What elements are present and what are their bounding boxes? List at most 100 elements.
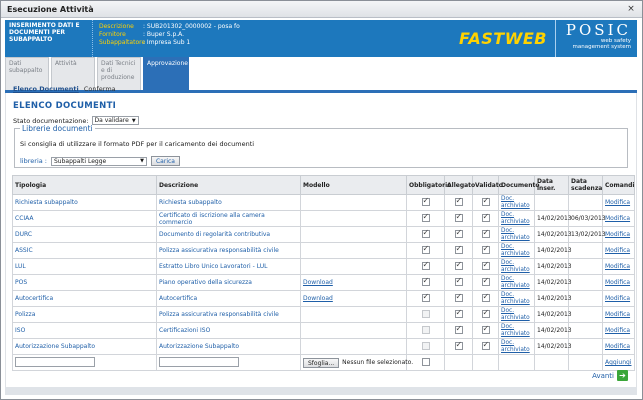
banner-field-label: Subappaltatore	[99, 39, 146, 46]
descrizione-cell: Certificato di iscrizione alla camera co…	[156, 210, 301, 227]
checkbox-icon	[421, 228, 430, 238]
modifica-link[interactable]: Modifica	[602, 194, 635, 211]
descrizione-input-cell	[156, 354, 301, 371]
checkbox-cell	[472, 338, 499, 355]
download-link	[300, 194, 407, 211]
doc-archiviato-link[interactable]: Doc. archiviato	[498, 322, 535, 339]
checkbox-icon	[421, 196, 430, 206]
descrizione-input[interactable]	[159, 356, 239, 367]
checkbox-cell	[444, 290, 473, 307]
checkbox-cell	[444, 306, 473, 323]
modifica-link[interactable]: Modifica	[602, 290, 635, 307]
modifica-link[interactable]: Modifica	[602, 258, 635, 275]
step-breadcrumb: Elenco Documenti Conferma	[13, 85, 116, 93]
main-content: Elenco Documenti Conferma ELENCO DOCUMEN…	[5, 85, 637, 387]
checkbox-cell	[444, 226, 473, 243]
checkbox-cell	[406, 194, 445, 211]
modifica-link[interactable]: Modifica	[602, 338, 635, 355]
modifica-link[interactable]: Modifica	[602, 274, 635, 291]
download-link[interactable]: Download	[300, 290, 407, 307]
checkbox-icon	[454, 324, 463, 334]
column-header: Descrizione	[156, 175, 301, 195]
footer-bar	[5, 387, 637, 395]
checkbox-icon	[454, 260, 463, 270]
obbligatorio-checkbox[interactable]	[421, 357, 430, 366]
close-icon[interactable]: ×	[626, 4, 636, 14]
checkbox-icon	[481, 292, 490, 302]
doc-archiviato-link[interactable]: Doc. archiviato	[498, 226, 535, 243]
doc-archiviato-link[interactable]: Doc. archiviato	[498, 306, 535, 323]
checkbox-cell	[444, 258, 473, 275]
libreria-select[interactable]: Subappalti Legge ▼	[50, 156, 147, 166]
aggiungi-link[interactable]: Aggiungi	[602, 354, 635, 371]
checkbox-cell	[472, 322, 499, 339]
librerie-legend: Librerie documenti	[22, 124, 93, 133]
checkbox-cell	[472, 274, 499, 291]
tipologia-cell: DURC	[12, 226, 157, 243]
modifica-link[interactable]: Modifica	[602, 322, 635, 339]
doc-archiviato-link[interactable]: Doc. archiviato	[498, 242, 535, 259]
banner-field: Descrizione: SUB201302_0000002 - posa fo	[99, 23, 431, 31]
data-inserimento-cell: 14/02/2013	[534, 338, 572, 355]
modifica-link[interactable]: Modifica	[602, 242, 635, 259]
modifica-link[interactable]: Modifica	[602, 306, 635, 323]
checkbox-icon	[481, 212, 490, 222]
data-scadenza-cell	[568, 258, 603, 275]
data-inserimento-cell: 14/02/2013	[534, 306, 572, 323]
checkbox-cell	[406, 258, 445, 275]
doc-archiviato-link[interactable]: Doc. archiviato	[498, 194, 535, 211]
tab-approvazione[interactable]: Approvazione	[143, 57, 189, 90]
table-row: Autorizzazione Subappalto Autorizzazione …	[12, 338, 635, 355]
avanti-button[interactable]: Avanti ➔	[592, 370, 628, 381]
banner-field: Subappaltatore: Impresa Sub 1	[99, 39, 431, 47]
column-header: Data scadenza	[568, 175, 603, 195]
doc-archiviato-link[interactable]: Doc. archiviato	[498, 210, 535, 227]
doc-archiviato-link[interactable]: Doc. archiviato	[498, 274, 535, 291]
posic-subtitle: management system	[572, 44, 631, 50]
modifica-link[interactable]: Modifica	[602, 210, 635, 227]
column-header: Comandi	[602, 175, 635, 195]
checkbox-icon	[421, 292, 430, 302]
data-scadenza-cell	[568, 242, 603, 259]
checkbox-cell	[406, 274, 445, 291]
checkbox-icon	[421, 341, 430, 350]
checkbox-icon	[481, 276, 490, 286]
checkbox-icon	[421, 276, 430, 286]
checkbox-icon	[421, 244, 430, 254]
checkbox-cell	[406, 290, 445, 307]
banner-field: Fornitore: Buper S.p.A.	[99, 31, 431, 39]
empty-cell	[472, 354, 499, 371]
download-link[interactable]: Download	[300, 274, 407, 291]
data-scadenza-cell	[568, 338, 603, 355]
checkbox-icon	[454, 308, 463, 318]
column-header: Obbligatorio	[406, 175, 451, 195]
stato-value: Da validare	[94, 117, 129, 124]
column-header: Modello	[300, 175, 407, 195]
banner-field-label: Fornitore	[99, 31, 126, 38]
checkbox-cell	[472, 226, 499, 243]
doc-archiviato-link[interactable]: Doc. archiviato	[498, 258, 535, 275]
carica-button[interactable]: Carica	[150, 156, 180, 166]
step-elenco-documenti[interactable]: Elenco Documenti	[13, 85, 79, 93]
table-row: POS Piano operativo della sicurezza Downlo…	[12, 274, 635, 291]
titlebar: Esecuzione Attività ×	[1, 1, 642, 18]
checkbox-cell	[406, 242, 445, 259]
checkbox-icon	[481, 196, 490, 206]
data-inserimento-cell: 14/02/2013	[534, 322, 572, 339]
checkbox-icon	[454, 212, 463, 222]
page-title: ELENCO DOCUMENTI	[13, 101, 117, 111]
librerie-row: libreria : Subappalti Legge ▼ Carica	[20, 156, 180, 166]
window-title: Esecuzione Attività	[7, 4, 94, 14]
step-conferma[interactable]: Conferma	[84, 85, 116, 93]
modifica-link[interactable]: Modifica	[602, 226, 635, 243]
sfoglia-button[interactable]: Sfoglia...	[303, 357, 340, 368]
descrizione-cell: Polizza assicurativa responsabilità civi…	[156, 242, 301, 259]
checkbox-cell	[472, 242, 499, 259]
fastweb-logo: FASTWEB	[459, 29, 547, 48]
doc-archiviato-link[interactable]: Doc. archiviato	[498, 290, 535, 307]
chevron-down-icon: ▼	[140, 158, 144, 164]
tipologia-cell: ISO	[12, 322, 157, 339]
tipologia-input[interactable]	[15, 356, 95, 367]
tipologia-cell: Autocertifica	[12, 290, 157, 307]
doc-archiviato-link[interactable]: Doc. archiviato	[498, 338, 535, 355]
